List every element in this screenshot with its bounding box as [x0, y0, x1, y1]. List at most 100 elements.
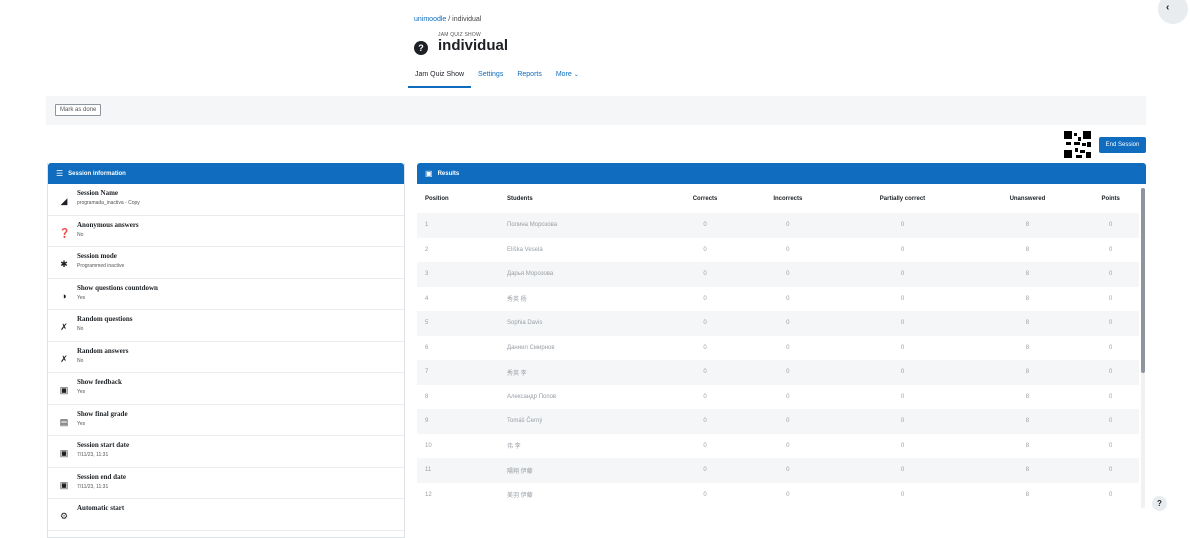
column-header-partially-correct: Partially correct [879, 195, 926, 202]
tab-more[interactable]: More ⌄ [549, 70, 586, 88]
cell-student: Даниил Смирнов [507, 344, 555, 351]
session-info-row: ❓ Anonymous answers No [48, 216, 404, 247]
cell-partially-correct: 0 [900, 271, 905, 278]
tab-reports[interactable]: Reports [510, 70, 549, 88]
session-info-value: No [77, 357, 84, 364]
cell-points: 0 [1109, 295, 1113, 302]
session-info-label: Random questions [77, 315, 133, 323]
results-table-body: 1 Полина Морозова 0 0 0 8 0 2 Eliška Veselá 0 0 0 8 0… [417, 213, 1139, 507]
cell-partially-correct: 0 [900, 442, 905, 449]
tab-label: Jam Quiz Show [415, 71, 465, 78]
session-info-row: ▣ Show feedback Yes [48, 373, 404, 405]
table-row: 4 秀英 杨 0 0 0 8 0 [417, 287, 1139, 312]
table-row: 9 Tomáš Černý 0 0 0 8 0 [417, 409, 1139, 434]
qr-code-icon[interactable] [1064, 131, 1091, 158]
cell-points: 0 [1109, 344, 1113, 351]
results-scrollbar-thumb[interactable] [1141, 188, 1145, 373]
tab-label: Reports [517, 71, 542, 78]
cell-student: 陽翔 伊藤 [507, 468, 533, 475]
end-session-button[interactable]: End Session [1099, 137, 1146, 153]
table-row: 11 陽翔 伊藤 0 0 0 8 0 [417, 458, 1139, 483]
cell-unanswered: 8 [1025, 393, 1030, 400]
cell-corrects: 0 [703, 320, 707, 327]
mark-as-done-button[interactable]: Mark as done [55, 104, 102, 116]
cell-corrects: 0 [703, 442, 707, 449]
cell-position: 8 [425, 393, 429, 400]
table-row: 6 Даниил Смирнов 0 0 0 8 0 [417, 336, 1139, 361]
cell-position: 10 [425, 442, 432, 449]
session-info-row: ▤ Show final grade Yes [48, 405, 404, 436]
breadcrumb-course-link[interactable]: unimoodle [414, 16, 446, 23]
session-info-row: ▣ Session start date 7/11/23, 11:31 [48, 436, 404, 468]
cell-points: 0 [1109, 222, 1113, 229]
column-header-students: Students [507, 195, 533, 202]
activity-header: ? JAM QUIZ SHOW individual [414, 31, 508, 55]
session-info-label: Session Name [77, 189, 119, 197]
column-header-corrects: Corrects [692, 195, 718, 202]
table-row: 8 Александр Попов 0 0 0 8 0 [417, 385, 1139, 410]
cell-incorrects: 0 [786, 320, 790, 327]
table-row: 1 Полина Морозова 0 0 0 8 0 [417, 213, 1139, 238]
session-info-label: Session end date [77, 472, 127, 481]
calendar-icon: ▣ [59, 479, 69, 490]
session-info-row: ✱ Session mode Programmed inactive [48, 247, 404, 279]
column-header-incorrects: Incorrects [773, 195, 803, 202]
cell-partially-correct: 0 [900, 222, 905, 229]
cell-partially-correct: 0 [900, 491, 905, 498]
cell-incorrects: 0 [786, 369, 790, 376]
cell-corrects: 0 [703, 295, 707, 302]
cell-corrects: 0 [703, 246, 707, 253]
session-info-label: Anonymous answers [77, 220, 139, 229]
cell-unanswered: 8 [1025, 295, 1030, 302]
cell-student: Полина Морозова [507, 222, 558, 229]
session-info-value: Yes [77, 389, 86, 395]
results-table: Position Students Corrects Incorrects Pa… [417, 184, 1139, 507]
session-info-row: ▣ Session end date 7/11/23, 11:31 [48, 468, 404, 499]
session-info-label: Automatic start [77, 504, 125, 512]
table-row: 7 秀英 李 0 0 0 8 0 [417, 360, 1139, 385]
cell-position: 9 [425, 418, 429, 425]
cell-unanswered: 8 [1025, 491, 1030, 498]
chevron-down-icon: ⌄ [573, 72, 579, 78]
puzzle-icon: ✱ [60, 259, 68, 269]
session-panel-title: Session information [68, 170, 126, 177]
session-info-row: ✗ Random questions No [48, 310, 404, 342]
open-drawer-button[interactable]: ‹ [1158, 0, 1188, 24]
tab-settings[interactable]: Settings [471, 70, 510, 88]
session-info-value: 7/11/23, 11:31 [77, 452, 109, 458]
calendar-icon: ▣ [59, 448, 69, 458]
cell-unanswered: 8 [1025, 369, 1030, 376]
cell-position: 11 [425, 467, 432, 474]
session-info-label: Show questions countdown [77, 283, 158, 292]
sliders-icon: ☰ [56, 169, 64, 178]
cell-position: 5 [425, 320, 429, 327]
cell-unanswered: 8 [1025, 467, 1030, 474]
cell-corrects: 0 [703, 271, 707, 278]
cell-incorrects: 0 [786, 442, 790, 449]
cell-position: 2 [425, 246, 429, 253]
cell-partially-correct: 0 [900, 418, 905, 425]
session-info-value: programada_inactiva - Copy [77, 200, 140, 206]
cell-unanswered: 8 [1025, 344, 1030, 351]
cell-corrects: 0 [703, 491, 707, 498]
tag-icon: ◢ [60, 196, 68, 206]
session-info-row: ◢ Session Name programada_inactiva - Copy [48, 184, 404, 216]
cell-position: 6 [425, 344, 429, 351]
help-button[interactable]: ? [1152, 496, 1167, 511]
cell-position: 3 [425, 271, 429, 278]
cell-corrects: 0 [703, 393, 707, 400]
cell-unanswered: 8 [1025, 320, 1030, 327]
column-header-position: Position [425, 195, 449, 202]
chevron-left-icon: ‹ [1166, 2, 1170, 13]
session-info-value: No [77, 326, 84, 332]
cell-position: 1 [425, 222, 429, 229]
cell-corrects: 0 [703, 344, 707, 351]
cell-partially-correct: 0 [900, 369, 905, 376]
tab-jam-quiz-show[interactable]: Jam Quiz Show [408, 70, 472, 88]
results-panel: ▣ Results Position Students Corrects Inc… [417, 163, 1146, 508]
tab-label: Settings [478, 71, 504, 78]
cell-points: 0 [1109, 271, 1113, 278]
cell-points: 0 [1109, 246, 1113, 253]
cell-student: Tomáš Černý [507, 418, 543, 425]
cell-unanswered: 8 [1025, 442, 1030, 449]
